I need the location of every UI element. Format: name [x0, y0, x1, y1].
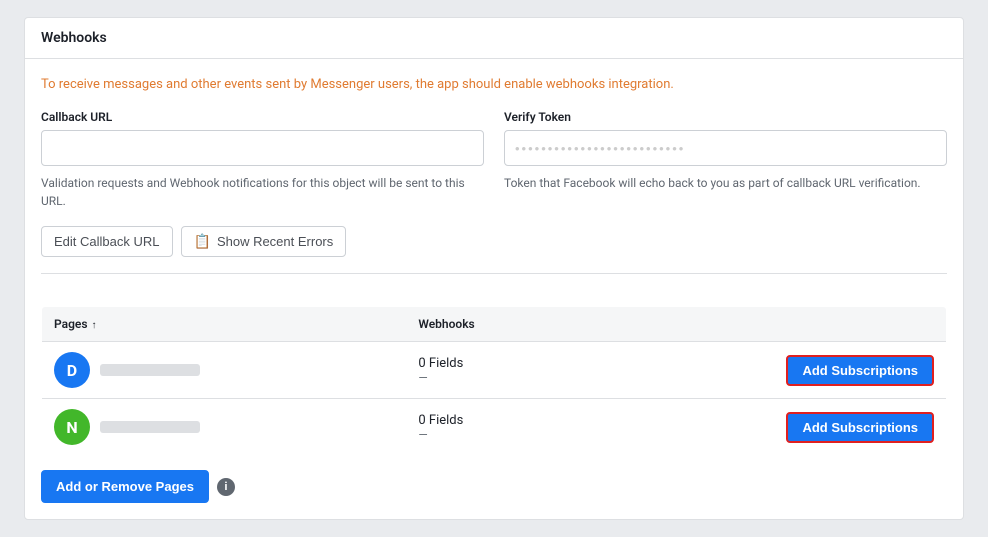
callback-hint: Validation requests and Webhook notifica…	[41, 174, 484, 210]
page-cell-1: D	[54, 352, 394, 388]
col-webhooks: Webhooks	[406, 307, 578, 342]
bottom-row: Add or Remove Pages i	[25, 456, 963, 519]
callback-url-input[interactable]	[41, 130, 484, 166]
pages-table-section: Pages↑ Webhooks D 0 Fields	[25, 290, 963, 456]
verify-token-group: Verify Token	[504, 110, 947, 166]
pages-table: Pages↑ Webhooks D 0 Fields	[41, 306, 947, 456]
action-cell-2: Add Subscriptions	[578, 399, 946, 456]
col-action	[578, 307, 946, 342]
token-hint: Token that Facebook will echo back to yo…	[504, 174, 947, 210]
fields-cell-2: 0 Fields —	[406, 399, 578, 456]
action-cell-1: Add Subscriptions	[578, 342, 946, 399]
page-cell-2: N	[54, 409, 394, 445]
add-subscriptions-button-1[interactable]: Add Subscriptions	[786, 355, 934, 386]
page-name-2	[100, 421, 200, 433]
panel-title: Webhooks	[25, 18, 963, 59]
avatar-d: D	[54, 352, 90, 388]
add-remove-pages-button[interactable]: Add or Remove Pages	[41, 470, 209, 503]
show-recent-errors-button[interactable]: 📋 Show Recent Errors	[181, 226, 347, 257]
callback-url-label: Callback URL	[41, 110, 484, 124]
avatar-n: N	[54, 409, 90, 445]
page-name-1	[100, 364, 200, 376]
add-subscriptions-button-2[interactable]: Add Subscriptions	[786, 412, 934, 443]
clipboard-icon: 📋	[194, 233, 211, 250]
table-row: D 0 Fields — Add Subscriptions	[42, 342, 947, 399]
col-pages: Pages↑	[42, 307, 407, 342]
table-row: N 0 Fields — Add Subscriptions	[42, 399, 947, 456]
sort-arrow: ↑	[92, 320, 97, 331]
info-icon[interactable]: i	[217, 478, 235, 496]
fields-cell-1: 0 Fields —	[406, 342, 578, 399]
webhooks-panel: Webhooks To receive messages and other e…	[24, 17, 964, 521]
info-message: To receive messages and other events sen…	[41, 75, 947, 95]
callback-url-group: Callback URL	[41, 110, 484, 166]
verify-token-input[interactable]	[504, 130, 947, 166]
edit-callback-url-button[interactable]: Edit Callback URL	[41, 226, 173, 257]
verify-token-label: Verify Token	[504, 110, 947, 124]
